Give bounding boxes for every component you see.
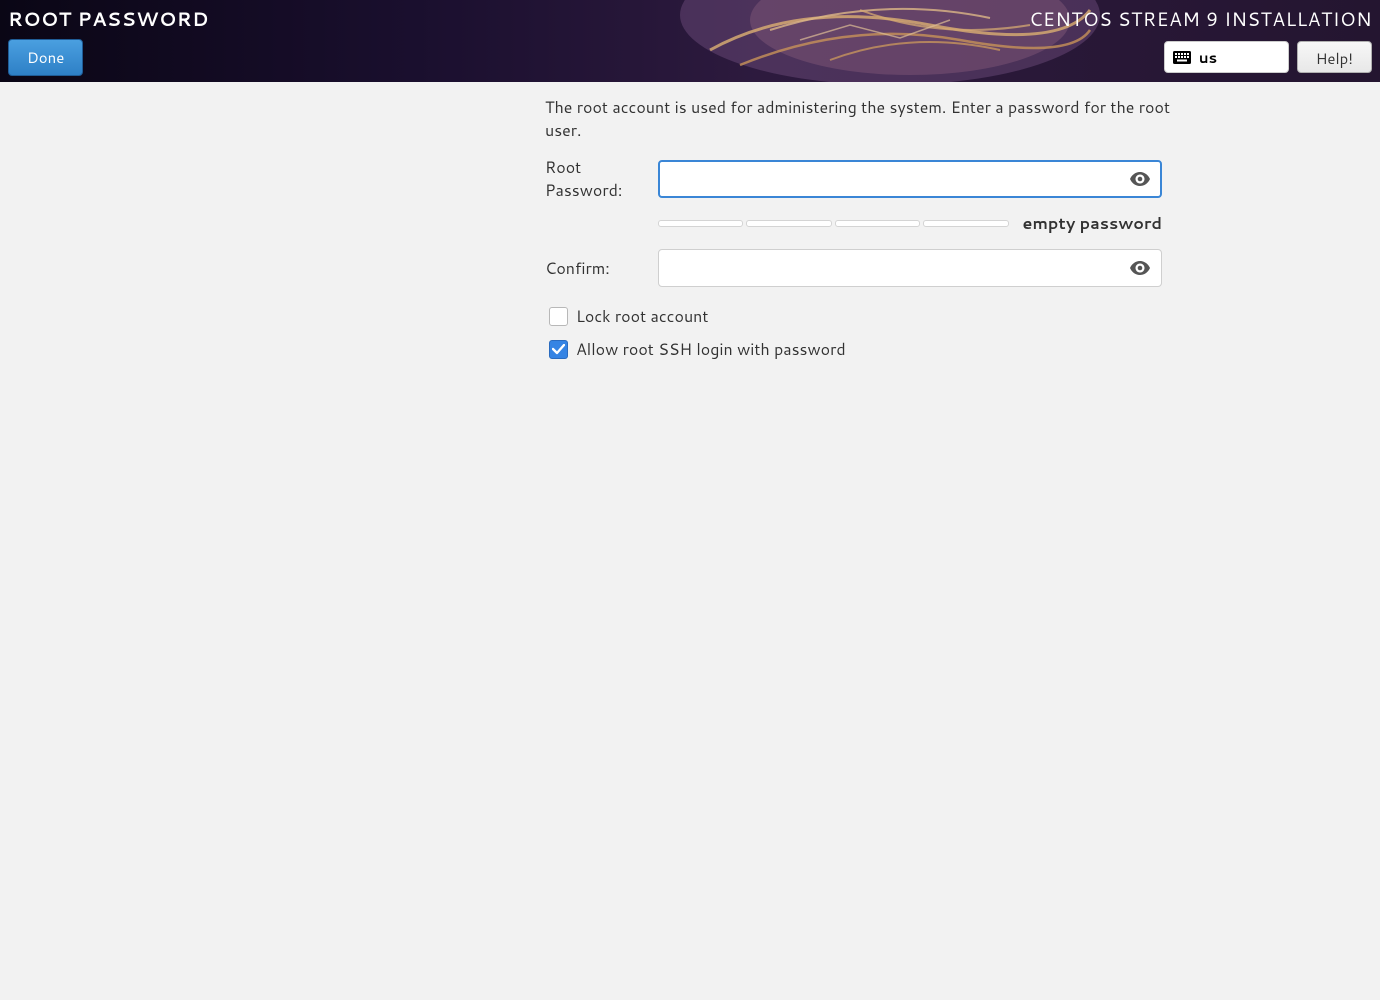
strength-segment <box>658 220 743 227</box>
content-area: The root account is used for administeri… <box>0 82 1380 371</box>
toggle-confirm-visibility-button[interactable] <box>1126 257 1154 279</box>
password-label: Root Password: <box>545 156 658 202</box>
form-description: The root account is used for administeri… <box>545 96 1170 142</box>
keyboard-icon <box>1173 51 1191 64</box>
root-password-form: The root account is used for administeri… <box>210 96 1170 371</box>
help-button[interactable]: Help! <box>1297 41 1372 73</box>
eye-icon <box>1130 261 1150 275</box>
strength-segment <box>835 220 920 227</box>
lock-account-row: Lock root account <box>549 305 1170 328</box>
password-strength-meter <box>658 220 1009 227</box>
toggle-password-visibility-button[interactable] <box>1126 168 1154 190</box>
checkmark-icon <box>552 344 565 355</box>
strength-segment <box>923 220 1008 227</box>
password-row: Root Password: <box>545 156 1170 202</box>
eye-icon <box>1130 172 1150 186</box>
header-right: CENTOS STREAM 9 INSTALLATION u <box>1029 0 1372 82</box>
header-left: ROOT PASSWORD Done <box>8 0 209 82</box>
keyboard-layout-indicator[interactable]: us <box>1164 41 1289 73</box>
lock-account-label: Lock root account <box>576 305 708 328</box>
allow-ssh-row: Allow root SSH login with password <box>549 338 1170 361</box>
header-controls: us Help! <box>1164 41 1372 73</box>
header-bar: ROOT PASSWORD Done CENTOS STREAM 9 INSTA… <box>0 0 1380 82</box>
password-strength-label: empty password <box>1023 212 1162 235</box>
password-strength-row: empty password <box>658 212 1162 235</box>
confirm-password-input[interactable] <box>658 249 1162 287</box>
confirm-label: Confirm: <box>545 257 658 280</box>
done-button[interactable]: Done <box>8 39 83 76</box>
root-password-input[interactable] <box>658 160 1162 198</box>
keyboard-layout-label: us <box>1199 47 1217 68</box>
installer-title: CENTOS STREAM 9 INSTALLATION <box>1029 6 1372 33</box>
lock-root-account-checkbox[interactable] <box>549 307 568 326</box>
confirm-row: Confirm: <box>545 249 1170 287</box>
confirm-input-wrap <box>658 249 1162 287</box>
strength-segment <box>746 220 831 227</box>
page-title: ROOT PASSWORD <box>8 6 209 33</box>
allow-ssh-login-checkbox[interactable] <box>549 340 568 359</box>
password-input-wrap <box>658 160 1162 198</box>
allow-ssh-label: Allow root SSH login with password <box>576 338 846 361</box>
